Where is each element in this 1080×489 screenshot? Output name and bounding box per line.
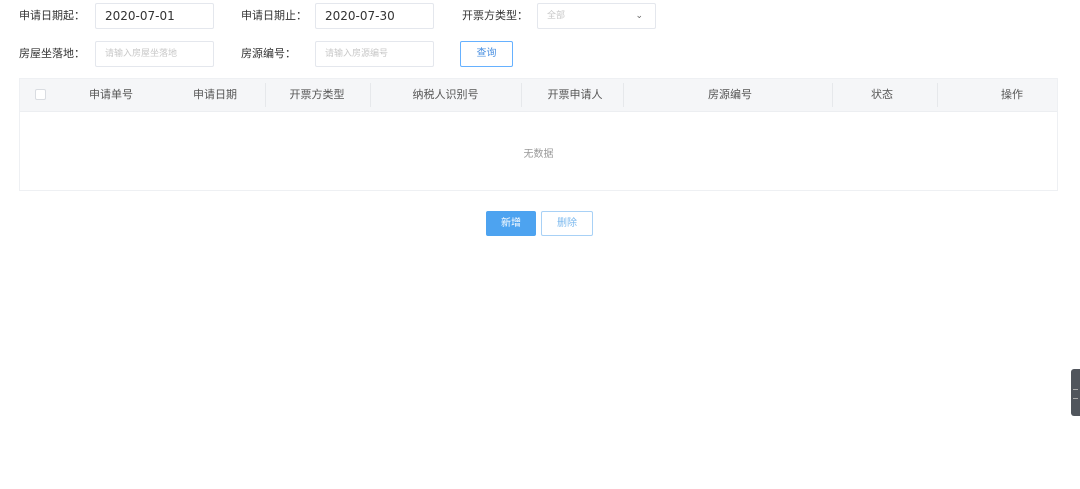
issuer-type-select[interactable]: 全部 ⌄ [537, 3, 656, 29]
column-header: 纳税人识别号 [412, 88, 479, 101]
column-divider [370, 83, 371, 107]
issuer-type-label: 开票方类型： [462, 9, 528, 22]
column-divider [937, 83, 938, 107]
end-date-field[interactable]: 2020-07-30 [315, 3, 434, 29]
column-header: 房源编号 [708, 88, 752, 101]
side-panel-toggle[interactable] [1071, 369, 1080, 416]
column-header: 操作 [1001, 88, 1023, 101]
empty-state-text: 无数据 [523, 149, 554, 160]
chevron-down-icon: ⌄ [635, 11, 643, 21]
delete-button[interactable]: 删除 [541, 211, 593, 236]
house-location-label: 房屋坐落地： [19, 47, 85, 60]
invoice-application-page: 申请日期起： 2020-07-01 申请日期止： 2020-07-30 开票方类… [0, 0, 1080, 489]
property-code-input[interactable]: 请输入房源编号 [315, 41, 434, 67]
end-date-label: 申请日期止： [241, 9, 307, 22]
table-header: 申请单号 申请日期 开票方类型 纳税人识别号 开票申请人 房源编号 状态 操作 [20, 79, 1057, 112]
column-divider [623, 83, 624, 107]
column-header: 开票方类型 [289, 88, 345, 101]
results-table: 申请单号 申请日期 开票方类型 纳税人识别号 开票申请人 房源编号 状态 操作 … [19, 78, 1058, 191]
house-location-input[interactable]: 请输入房屋坐落地 [95, 41, 214, 67]
issuer-type-value: 全部 [547, 11, 566, 21]
column-header: 状态 [871, 88, 893, 101]
property-code-label: 房源编号： [241, 47, 296, 60]
start-date-label: 申请日期起： [19, 9, 85, 22]
column-divider [832, 83, 833, 107]
search-button[interactable]: 查询 [460, 41, 513, 67]
column-header: 申请单号 [89, 88, 133, 101]
column-divider [265, 83, 266, 107]
start-date-field[interactable]: 2020-07-01 [95, 3, 214, 29]
select-all-checkbox[interactable] [35, 89, 46, 100]
add-button[interactable]: 新增 [486, 211, 536, 236]
column-header: 申请日期 [193, 88, 237, 101]
column-header: 开票申请人 [547, 88, 603, 101]
column-divider [521, 83, 522, 107]
grip-icon [1073, 389, 1078, 399]
